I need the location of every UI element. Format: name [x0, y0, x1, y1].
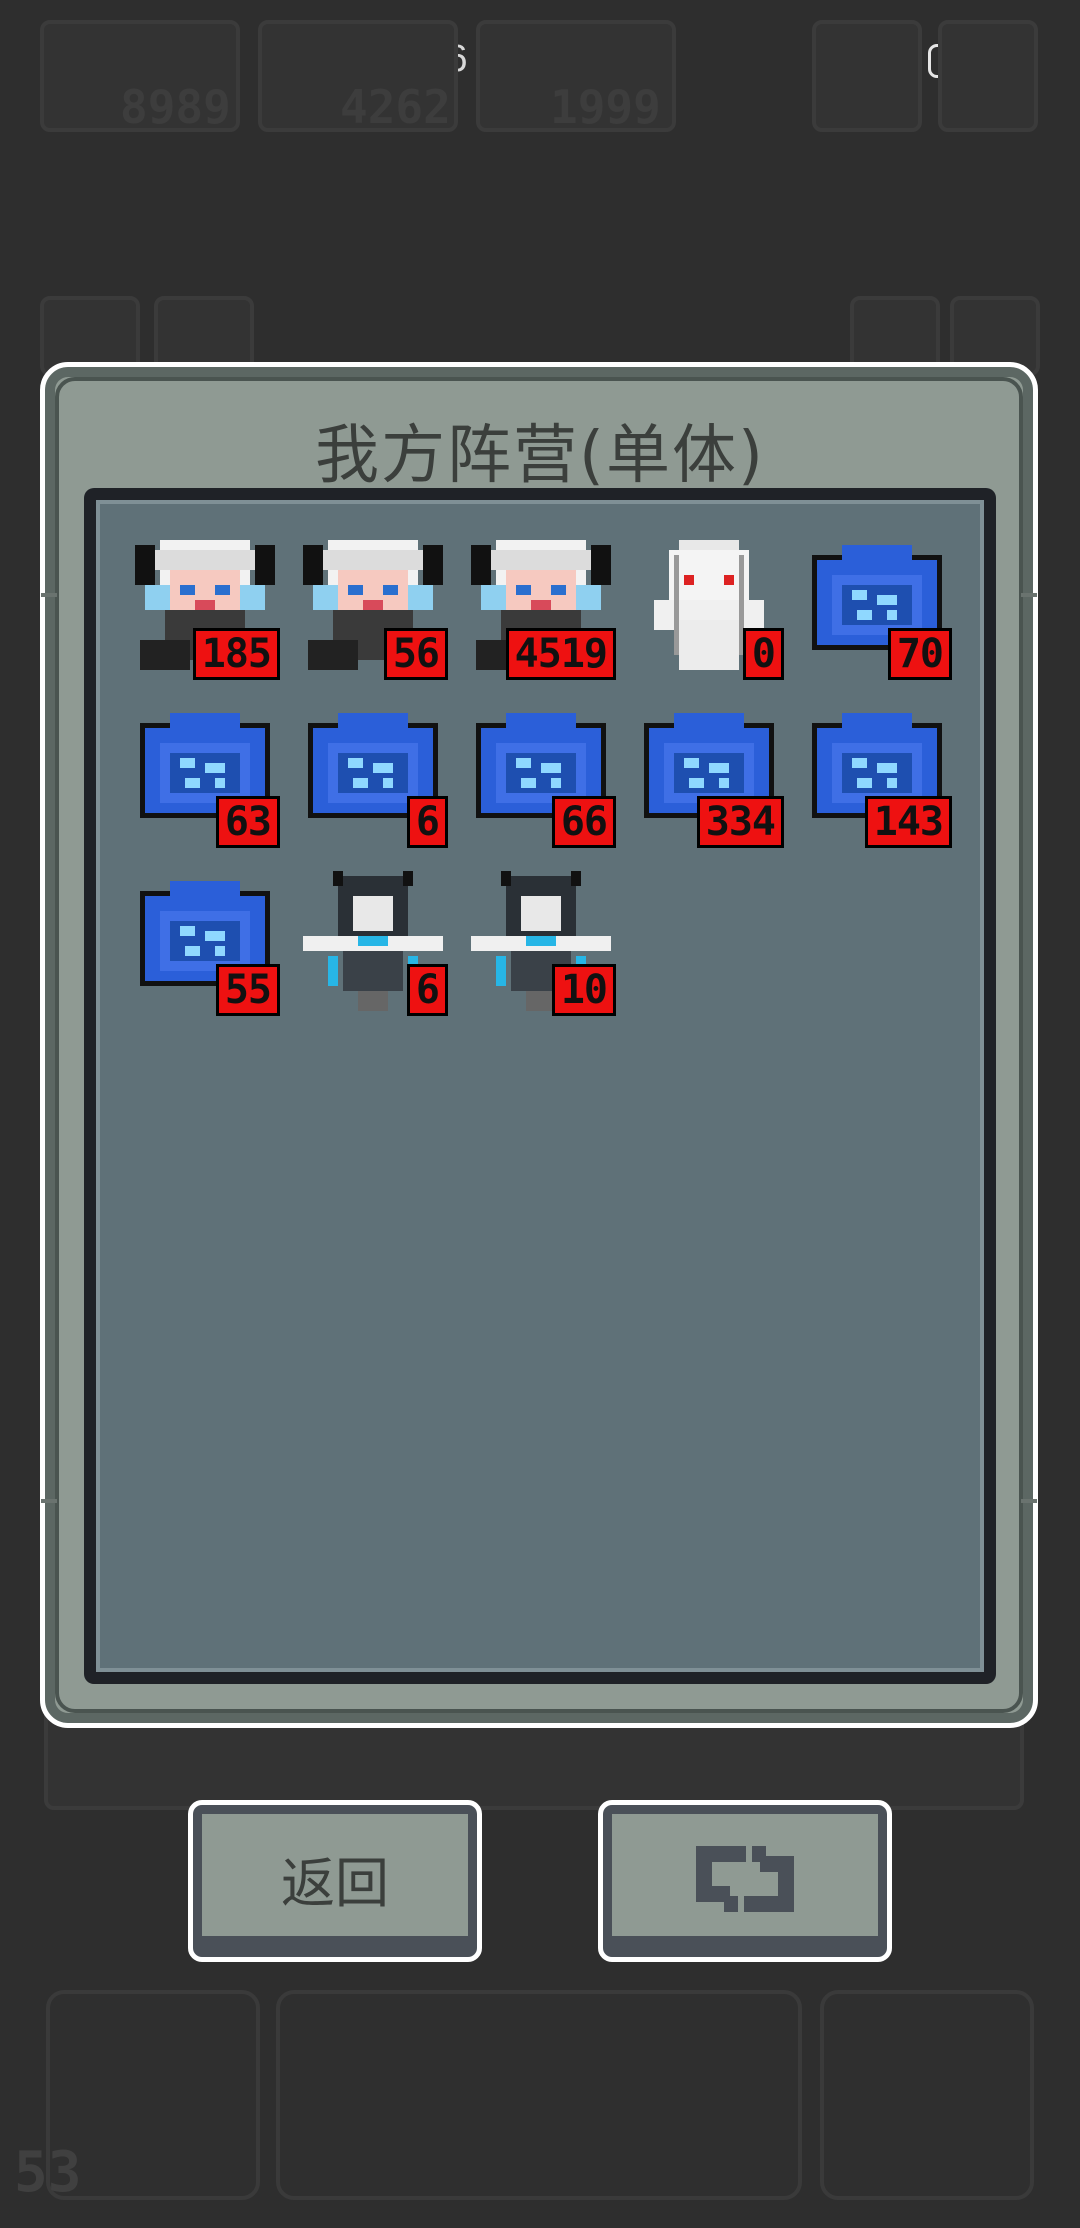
unit-slot[interactable]: 334: [634, 698, 784, 848]
bg-bottom-slot-center: [276, 1990, 802, 2200]
unit-slot[interactable]: 6: [298, 698, 448, 848]
back-button-label: 返回: [281, 1851, 389, 1915]
refresh-icon: [686, 1836, 804, 1926]
bg-menu-slot-2: [938, 20, 1038, 132]
unit-count: 63: [215, 796, 280, 848]
bg-stat-value-1: 8989: [120, 80, 231, 134]
bg-bottom-number: 53: [14, 2140, 82, 2205]
unit-slot[interactable]: 10: [466, 866, 616, 1016]
bg-stat-value-3: 1999: [550, 80, 661, 134]
unit-count: 0: [742, 628, 784, 680]
unit-slot[interactable]: 185: [130, 530, 280, 680]
unit-count: 334: [696, 796, 784, 848]
unit-slot[interactable]: 4519: [466, 530, 616, 680]
unit-count: 6: [406, 796, 448, 848]
unit-slot[interactable]: 70: [802, 530, 952, 680]
bg-bottom-slot-right: [820, 1990, 1034, 2200]
unit-count: 56: [383, 628, 448, 680]
unit-slot[interactable]: 63: [130, 698, 280, 848]
unit-count: 4519: [505, 628, 616, 680]
unit-count: 6: [406, 964, 448, 1016]
unit-count: 55: [215, 964, 280, 1016]
unit-slot[interactable]: 55: [130, 866, 280, 1016]
unit-count: 185: [192, 628, 280, 680]
unit-count: 66: [551, 796, 616, 848]
bg-stat-value-2: 4262: [340, 80, 451, 134]
unit-slot[interactable]: 6: [298, 866, 448, 1016]
unit-count: 143: [864, 796, 952, 848]
unit-count: 10: [551, 964, 616, 1016]
back-button[interactable]: 返回: [188, 1800, 482, 1962]
refresh-button[interactable]: [598, 1800, 892, 1962]
unit-slot[interactable]: 0: [634, 530, 784, 680]
bg-menu-slot-1: [812, 20, 922, 132]
panel-title: 我方阵营(单体): [315, 419, 765, 493]
unit-slot[interactable]: 56: [298, 530, 448, 680]
unit-slot[interactable]: 143: [802, 698, 952, 848]
unit-count: 70: [887, 628, 952, 680]
unit-slot[interactable]: 66: [466, 698, 616, 848]
